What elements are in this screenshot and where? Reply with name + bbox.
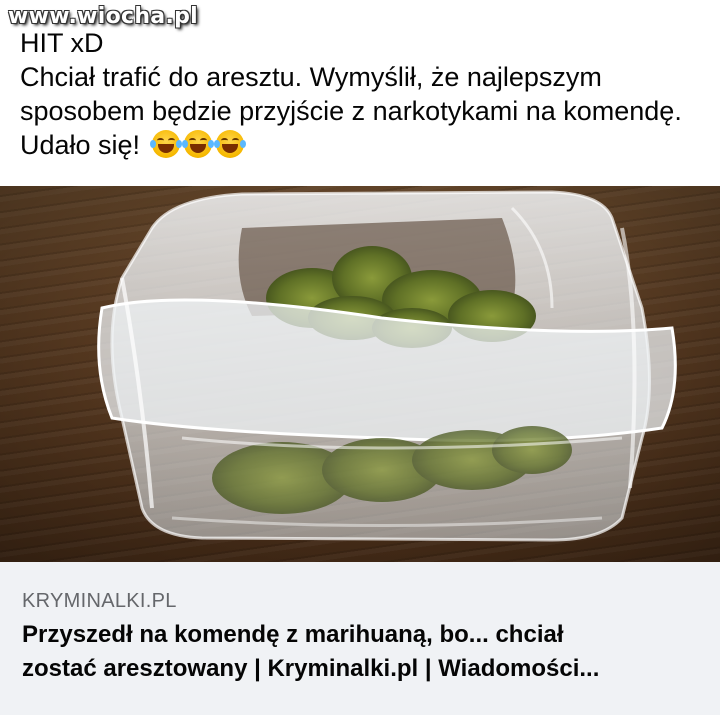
plastic-bag-image xyxy=(97,190,677,542)
link-preview-image[interactable] xyxy=(0,186,720,562)
face-with-tears-of-joy-icon xyxy=(149,130,182,158)
post-text-line: Chciał trafić do aresztu. Wymyślił, że n… xyxy=(20,62,602,92)
link-preview-card[interactable]: KRYMINALKI.PL Przyszedł na komendę z mar… xyxy=(0,562,720,715)
post-text-line-last: Udało się! xyxy=(20,128,710,162)
link-preview-title-line: zostać aresztowany | Kryminalki.pl | Wia… xyxy=(22,655,600,682)
watermark-logo: www.wiocha.pl xyxy=(8,4,198,29)
post-text-line: HIT xD xyxy=(20,28,104,58)
post-text-line: sposobem będzie przyjście z narkotykami … xyxy=(20,96,682,126)
link-preview-domain: KRYMINALKI.PL xyxy=(22,590,177,612)
face-with-tears-of-joy-icon xyxy=(213,130,246,158)
face-with-tears-of-joy-icon xyxy=(181,130,214,158)
post-text: HIT xD Chciał trafić do aresztu. Wymyśli… xyxy=(20,26,710,162)
post-text-line-content: Udało się! xyxy=(20,130,141,160)
link-preview-title-line: Przyszedł na komendę z marihuaną, bo... … xyxy=(22,621,564,648)
link-preview-title[interactable]: Przyszedł na komendę z marihuaną, bo... … xyxy=(22,618,702,686)
